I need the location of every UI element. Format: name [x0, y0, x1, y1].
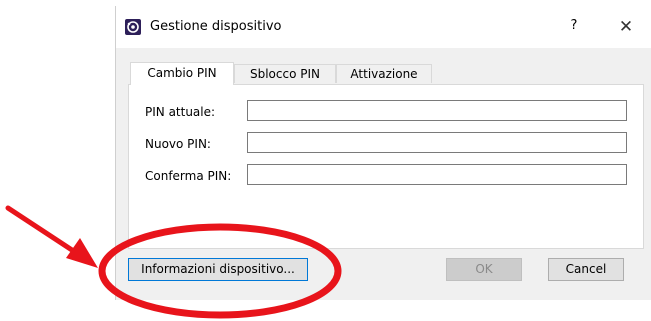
ok-button[interactable]: OK — [446, 258, 522, 281]
new-pin-label: Nuovo PIN: — [145, 137, 211, 151]
new-pin-field[interactable] — [247, 132, 627, 153]
help-button[interactable]: ? — [562, 14, 586, 38]
current-pin-field[interactable] — [247, 100, 627, 121]
device-management-dialog: Gestione dispositivo ? ✕ Cambio PIN Sblo… — [115, 6, 651, 300]
tab-attivazione[interactable]: Attivazione — [336, 64, 432, 83]
tab-sblocco-pin[interactable]: Sblocco PIN — [234, 64, 336, 83]
smartcard-icon — [125, 19, 141, 35]
cancel-button[interactable]: Cancel — [548, 258, 624, 281]
confirm-pin-field[interactable] — [247, 164, 627, 185]
pointer-arrow — [5, 205, 98, 268]
dialog-title: Gestione dispositivo — [150, 19, 282, 34]
confirm-pin-label: Conferma PIN: — [145, 169, 232, 183]
title-bar: Gestione dispositivo ? ✕ — [116, 6, 651, 48]
tab-panel-cambio-pin: PIN attuale: Nuovo PIN: Conferma PIN: — [128, 84, 644, 249]
close-button[interactable]: ✕ — [613, 14, 639, 40]
tab-cambio-pin[interactable]: Cambio PIN — [130, 62, 234, 85]
current-pin-label: PIN attuale: — [145, 105, 216, 119]
device-info-button[interactable]: Informazioni dispositivo... — [128, 258, 308, 281]
screenshot-stage: Gestione dispositivo ? ✕ Cambio PIN Sblo… — [0, 0, 651, 321]
